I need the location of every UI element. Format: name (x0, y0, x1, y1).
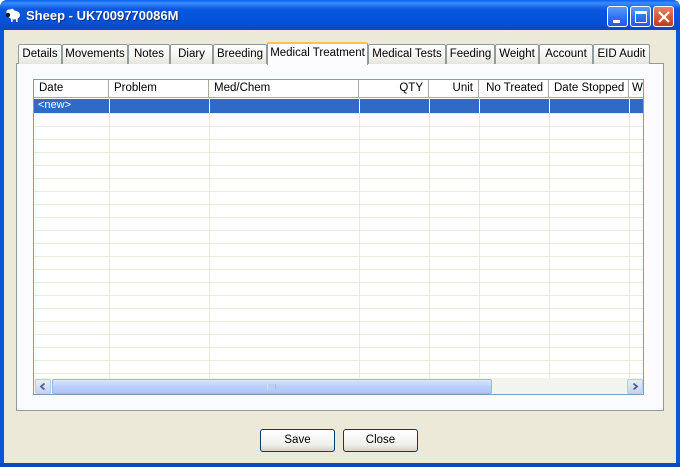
scrollbar-thumb[interactable] (52, 379, 492, 394)
window-frame-bottom (0, 463, 680, 467)
medical-treatment-grid[interactable]: Date Problem Med/Chem QTY Unit No Treate… (33, 79, 644, 395)
tab-account[interactable]: Account (539, 44, 593, 64)
save-button[interactable]: Save (260, 429, 335, 452)
tab-weight[interactable]: Weight (495, 44, 539, 64)
chevron-right-icon (632, 382, 639, 391)
sheep-icon (5, 8, 20, 22)
scroll-right-button[interactable] (627, 379, 643, 394)
maximize-button[interactable] (630, 6, 651, 27)
tab-medical-tests[interactable]: Medical Tests (368, 44, 446, 64)
minimize-icon (613, 20, 620, 23)
new-row[interactable]: <new> (34, 99, 643, 113)
column-header-date-stopped[interactable]: Date Stopped (549, 80, 629, 98)
title-bar[interactable]: Sheep - UK7009770086M (0, 0, 680, 30)
tab-breeding[interactable]: Breeding (213, 44, 267, 64)
column-header-no-treated[interactable]: No Treated (479, 80, 549, 98)
maximize-icon (635, 11, 647, 23)
application-window: Sheep - UK7009770086M Details Movements … (0, 0, 680, 467)
minimize-button[interactable] (607, 6, 628, 27)
close-icon (658, 11, 670, 23)
tab-notes[interactable]: Notes (128, 44, 170, 64)
column-header-unit[interactable]: Unit (429, 80, 479, 98)
column-header-qty[interactable]: QTY (359, 80, 429, 98)
close-button[interactable] (653, 6, 674, 27)
tab-feeding[interactable]: Feeding (446, 44, 495, 64)
new-row-label: <new> (38, 99, 72, 111)
tab-medical-treatment[interactable]: Medical Treatment (267, 42, 368, 65)
chevron-left-icon (39, 382, 46, 391)
column-header-w[interactable]: W (629, 80, 643, 98)
column-header-date[interactable]: Date (34, 80, 109, 98)
tab-strip: Details Movements Notes Diary Breeding M… (18, 42, 658, 65)
grid-header: Date Problem Med/Chem QTY Unit No Treate… (34, 80, 643, 98)
grip-icon (267, 384, 276, 390)
tab-eid-audit[interactable]: EID Audit (593, 44, 650, 64)
column-header-problem[interactable]: Problem (109, 80, 209, 98)
scroll-left-button[interactable] (35, 379, 51, 394)
tab-diary[interactable]: Diary (170, 44, 213, 64)
tab-movements[interactable]: Movements (62, 44, 128, 64)
horizontal-scrollbar[interactable] (34, 378, 643, 394)
column-header-med-chem[interactable]: Med/Chem (209, 80, 359, 98)
close-dialog-button[interactable]: Close (343, 429, 418, 452)
window-title: Sheep - UK7009770086M (26, 8, 179, 23)
tab-details[interactable]: Details (18, 44, 62, 64)
